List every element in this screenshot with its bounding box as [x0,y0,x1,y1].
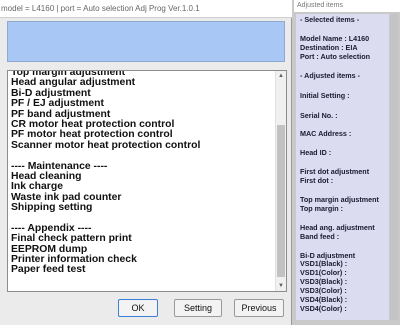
serial-no: Serial No. : [300,111,338,120]
side-window-title: Adjusted items [294,0,400,12]
list-item[interactable]: Scanner motor heat protection control [11,140,273,151]
previous-button[interactable]: Previous [234,299,284,317]
list-item[interactable]: PF / EJ adjustment [11,98,273,109]
main-window: model = L4160 | port = Auto selection Ad… [0,0,292,325]
scroll-up-icon[interactable]: ▲ [276,71,286,81]
adjustment-list[interactable]: Top margin adjustment Head angular adjus… [7,70,287,292]
band-feed: Band feed : [300,232,340,241]
vsd1-black: VSD1(Black) : [300,259,348,268]
list-scrollbar[interactable]: ▲ ▼ [275,71,286,291]
list-item[interactable]: Paper feed test [11,265,273,276]
vsd4-black: VSD4(Black) : [300,295,348,304]
vsd3-black: VSD3(Black) : [300,277,348,286]
adjusted-items-panel: - Selected items - Model Name : L4160 De… [296,14,389,320]
head-id: Head ID : [300,148,332,157]
vsd4-color: VSD4(Color) : [300,304,347,313]
list-items: Top margin adjustment Head angular adjus… [11,71,273,276]
first-dot-adjustment: First dot adjustment [300,167,370,176]
scroll-thumb[interactable] [277,125,285,277]
setting-button[interactable]: Setting [174,299,222,317]
side-scrollbar[interactable] [390,14,398,320]
mac-address: MAC Address : [300,129,352,138]
top-margin: Top margin : [300,204,343,213]
header-banner [7,21,285,62]
port: Port : Auto selection [300,52,371,61]
adjusted-items-header: - Adjusted items - [300,71,361,80]
scroll-down-icon[interactable]: ▼ [276,281,286,291]
first-dot: First dot : [300,176,334,185]
destination: Destination : EIA [300,43,358,52]
window-title: model = L4160 | port = Auto selection Ad… [0,0,292,18]
model-name: Model Name : L4160 [300,34,370,43]
initial-setting: Initial Setting : [300,91,350,100]
vsd1-color: VSD1(Color) : [300,268,347,277]
adjusted-items-window: Adjusted items - Selected items - Model … [294,0,400,325]
list-item[interactable]: Shipping setting [11,202,273,213]
top-margin-adjustment: Top margin adjustment [300,195,379,204]
selected-items-header: - Selected items - [300,15,360,24]
ok-button[interactable]: OK [118,299,158,317]
head-ang-adjustment: Head ang. adjustment [300,223,375,232]
vsd3-color: VSD3(Color) : [300,286,347,295]
